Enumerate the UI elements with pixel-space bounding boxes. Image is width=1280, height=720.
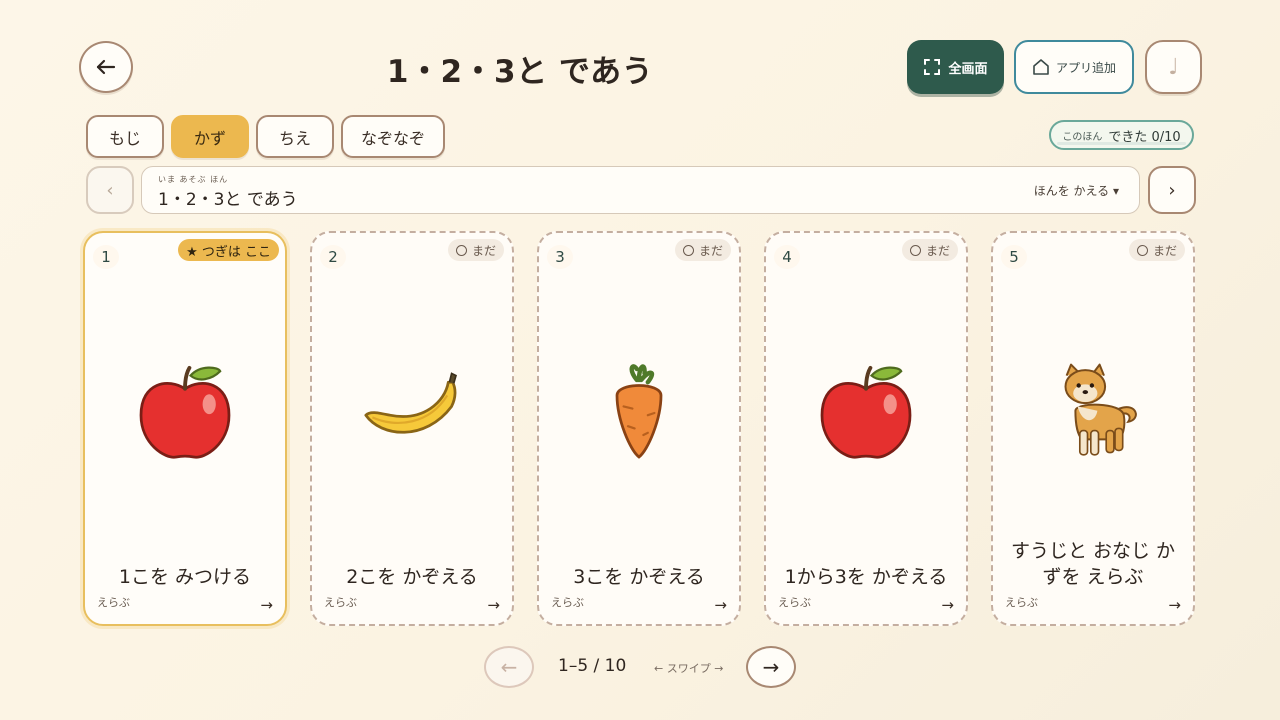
badge-text: まだ <box>471 243 496 258</box>
arrow-left-icon <box>96 59 116 75</box>
shiba-dog-icon <box>1064 363 1137 456</box>
arrow-right-icon: → <box>714 596 727 614</box>
circle-icon <box>682 244 694 256</box>
swipe-hint: ← スワイプ → <box>654 662 724 675</box>
card-art <box>993 353 1193 473</box>
circle-icon <box>455 244 467 256</box>
current-book-name: 1・2・3と であう <box>158 190 298 210</box>
card-number: 3 <box>547 245 573 269</box>
add-app-button[interactable]: アプリ追加 <box>1014 40 1134 94</box>
arrow-right-icon: → <box>941 596 954 614</box>
book-ruby: いま あそぶ ほん <box>158 175 229 184</box>
lesson-card-5[interactable]: 5 まだ すうじと おなじ かずを えらぶ えらぶ → <box>991 231 1195 626</box>
lesson-card-1[interactable]: 1 ★ つぎは ここ 1こを みつける えらぶ → <box>83 231 287 626</box>
back-button[interactable] <box>79 41 133 93</box>
music-note-icon: ♩ <box>1168 54 1179 80</box>
tab-label: ちえ <box>278 128 311 148</box>
badge-text: まだ <box>1152 243 1177 258</box>
next-book-button[interactable]: › <box>1148 166 1196 214</box>
book-progress-badge: このほん できた 0/10 <box>1049 120 1194 150</box>
fullscreen-button[interactable]: 全画面 <box>907 40 1004 94</box>
card-art <box>312 353 512 473</box>
arrow-right-icon: → <box>260 596 273 614</box>
tab-nazonazo[interactable]: なぞなぞ <box>341 115 445 158</box>
tab-label: なぞなぞ <box>360 128 425 148</box>
page-count: 1–5 / 10 <box>558 656 627 676</box>
card-art <box>539 353 739 473</box>
tab-kazu[interactable]: かず <box>171 115 249 158</box>
previous-page-button[interactable]: ← <box>484 646 534 688</box>
not-yet-badge: まだ <box>901 239 958 261</box>
card-number: 2 <box>320 245 346 269</box>
arrow-right-icon: → <box>1168 596 1181 614</box>
arrow-right-icon: → <box>487 596 500 614</box>
apple-icon <box>820 365 912 459</box>
arrow-left-icon: ← <box>500 655 518 679</box>
badge-text: まだ <box>925 243 950 258</box>
not-yet-badge: まだ <box>1128 239 1185 261</box>
carrot-icon <box>615 364 663 459</box>
fullscreen-label: 全画面 <box>948 61 988 77</box>
tab-label: かず <box>193 128 226 148</box>
lesson-card-2[interactable]: 2 まだ 2こを かぞえる えらぶ → <box>310 231 514 626</box>
card-label: 1から3を かぞえる <box>784 566 948 588</box>
expand-corners-icon <box>924 59 941 75</box>
card-number: 1 <box>93 245 119 269</box>
card-choose-text: えらぶ <box>551 596 584 609</box>
chevron-right-icon: › <box>1168 179 1176 201</box>
tab-label: もじ <box>108 128 141 148</box>
music-button[interactable]: ♩ <box>1145 40 1202 94</box>
next-page-button[interactable]: → <box>746 646 796 688</box>
previous-book-button[interactable]: ‹ <box>86 166 134 214</box>
card-choose-text: えらぶ <box>778 596 811 609</box>
not-yet-badge: まだ <box>447 239 504 261</box>
add-app-label: アプリ追加 <box>1055 60 1116 75</box>
tab-moji[interactable]: もじ <box>86 115 164 158</box>
circle-icon <box>909 244 921 256</box>
apple-icon <box>139 365 231 459</box>
card-choose-text: えらぶ <box>97 596 130 609</box>
card-label: 2こを かぞえる <box>346 566 478 588</box>
lesson-card-4[interactable]: 4 まだ 1から3を かぞえる えらぶ → <box>764 231 968 626</box>
card-number: 4 <box>774 245 800 269</box>
progress-prefix: このほん <box>1062 131 1103 143</box>
banana-icon <box>364 372 457 434</box>
card-art <box>85 353 285 473</box>
card-number: 5 <box>1001 245 1027 269</box>
card-choose-text: えらぶ <box>324 596 357 609</box>
lesson-card-3[interactable]: 3 まだ 3こを かぞえる えらぶ → <box>537 231 741 626</box>
badge-text: まだ <box>698 243 723 258</box>
next-here-badge: ★ つぎは ここ <box>178 239 279 261</box>
arrow-right-icon: → <box>762 655 780 679</box>
progress-track <box>1057 142 1186 145</box>
page: 1・2・3と であう 全画面 アプリ追加 ♩ もじ かず ちえ なぞなぞ このほ… <box>0 0 1280 720</box>
not-yet-badge: まだ <box>674 239 731 261</box>
card-choose-text: えらぶ <box>1005 596 1038 609</box>
change-book-dropdown[interactable]: ほんを かえる ▾ <box>1034 182 1119 199</box>
tab-chie[interactable]: ちえ <box>256 115 334 158</box>
home-icon <box>1033 59 1049 75</box>
card-art <box>766 353 966 473</box>
page-title: 1・2・3と であう <box>386 54 654 90</box>
book-selector[interactable]: いま あそぶ ほん 1・2・3と であう ほんを かえる ▾ <box>141 166 1140 214</box>
card-label: 3こを かぞえる <box>573 566 705 588</box>
card-label: 1こを みつける <box>118 566 252 588</box>
card-label: すうじと おなじ かずを えらぶ <box>1010 540 1176 588</box>
circle-icon <box>1136 244 1148 256</box>
chevron-left-icon: ‹ <box>106 179 114 201</box>
